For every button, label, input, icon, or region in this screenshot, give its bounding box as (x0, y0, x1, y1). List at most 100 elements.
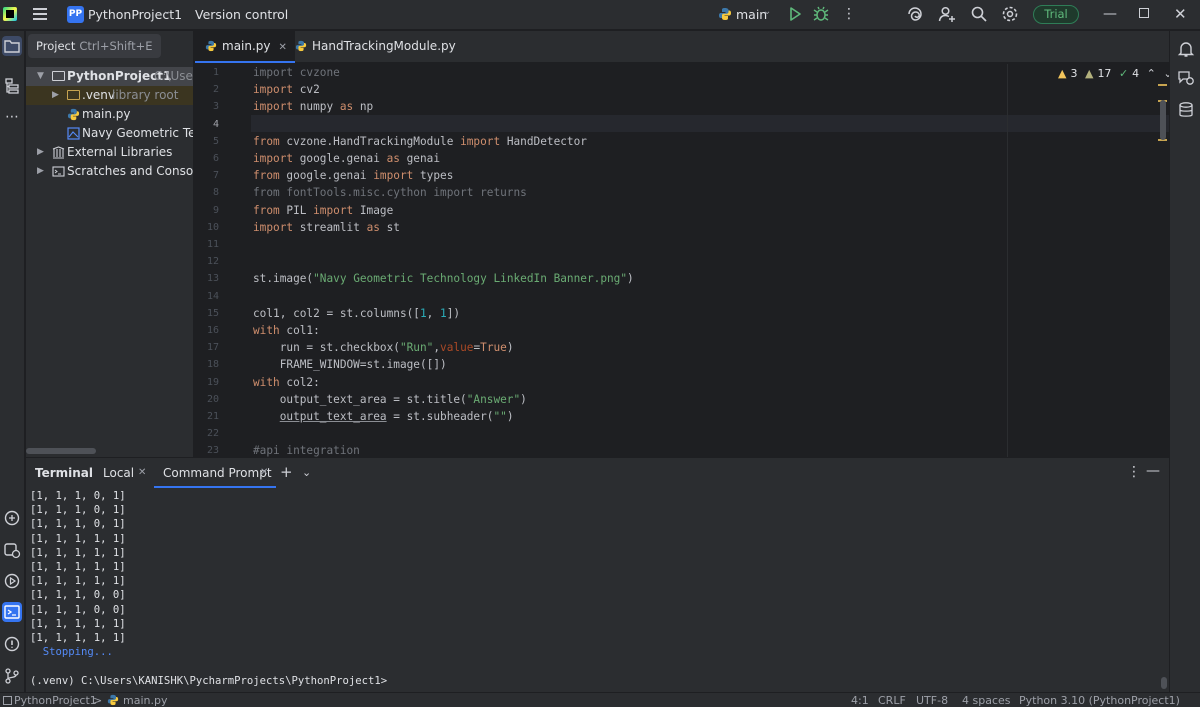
indent-setting[interactable]: 4 spaces (962, 694, 1011, 707)
code-line[interactable]: import streamlit as st (253, 221, 400, 234)
search-icon[interactable] (970, 5, 988, 23)
code-line[interactable]: import numpy as np (253, 100, 373, 113)
line-number[interactable]: 3 (195, 101, 219, 112)
python-packages-icon[interactable] (2, 508, 22, 528)
close-icon[interactable]: ✕ (1174, 5, 1187, 23)
python-console-icon[interactable] (2, 540, 22, 560)
code-line[interactable]: import cv2 (253, 83, 320, 96)
line-number[interactable]: 7 (195, 170, 219, 181)
chevron-down-icon[interactable]: ⌄ (763, 6, 771, 17)
tab-command-prompt[interactable]: Command Prompt (163, 466, 272, 480)
chevron-right-icon[interactable]: ▶ (52, 86, 59, 105)
chevron-down-icon[interactable]: ⌄ (274, 6, 282, 17)
warning-stripe[interactable] (1158, 84, 1167, 86)
line-number[interactable]: 8 (195, 187, 219, 198)
chevron-down-icon[interactable]: ⌄ (1163, 67, 1169, 80)
notifications-icon[interactable] (1177, 40, 1195, 58)
project-badge[interactable]: PP (67, 6, 84, 23)
code-line[interactable]: from google.genai import types (253, 169, 453, 182)
code-line[interactable]: from PIL import Image (253, 204, 393, 217)
chevron-up-icon[interactable]: ⌃ (1147, 67, 1156, 80)
ai-chat-icon[interactable] (1177, 69, 1195, 87)
services-icon[interactable] (2, 571, 22, 591)
line-number[interactable]: 19 (195, 377, 219, 388)
debug-icon[interactable] (812, 5, 830, 23)
tab-main-py[interactable]: main.py ✕ (195, 31, 295, 63)
code-line[interactable]: from fontTools.misc.cython import return… (253, 186, 527, 199)
line-number[interactable]: 22 (195, 428, 219, 439)
line-number[interactable]: 12 (195, 256, 219, 267)
structure-icon[interactable] (2, 76, 22, 96)
tab-local[interactable]: Local (103, 466, 134, 480)
project-folder-icon[interactable] (2, 36, 22, 56)
chevron-down-icon[interactable]: ⌄ (163, 6, 171, 17)
breadcrumb-file[interactable]: main.py (123, 694, 167, 707)
code-line[interactable]: FRAME_WINDOW=st.image([]) (253, 358, 447, 371)
line-number[interactable]: 16 (195, 325, 219, 336)
chevron-down-icon[interactable]: ⌄ (302, 466, 311, 479)
chevron-right-icon[interactable]: ▶ (37, 162, 44, 181)
code-line[interactable]: import google.genai as genai (253, 152, 440, 165)
tree-item-banner-png[interactable]: Navy Geometric Technology LinkedIn Banne… (26, 124, 193, 143)
line-number[interactable]: 1 (195, 67, 219, 78)
tree-item-project-root[interactable]: ▼ PythonProject1 C:\Users (26, 67, 193, 86)
project-panel-scrollbar[interactable] (26, 448, 96, 454)
ai-assistant-icon[interactable] (906, 5, 924, 23)
line-number[interactable]: 14 (195, 291, 219, 302)
code-line[interactable]: import cvzone (253, 66, 340, 79)
code-line[interactable]: with col1: (253, 324, 320, 337)
more-options-icon[interactable]: ⋮ (1127, 464, 1141, 480)
line-number[interactable]: 9 (195, 205, 219, 216)
gear-icon[interactable] (1000, 4, 1020, 24)
terminal-scrollbar[interactable] (1161, 677, 1167, 689)
more-actions-icon[interactable]: ⋮ (842, 6, 856, 22)
code-line[interactable]: from cvzone.HandTrackingModule import Ha… (253, 135, 587, 148)
add-user-icon[interactable] (938, 5, 956, 23)
inspection-widget[interactable]: ▲ 3 ▲ 17 ✓ 4 ⌃ ⌄ (1058, 67, 1169, 80)
problems-icon[interactable] (2, 634, 22, 654)
code-editor[interactable]: 1 2 3 4 5 6 7 8 9 10 11 12 13 14 15 16 17 18 19 20 21 22 23 im… (195, 64, 1169, 457)
terminal-output[interactable]: [1, 1, 1, 0, 1] [1, 1, 1, 0, 1] [1, 1, 1, … (26, 488, 1169, 692)
line-number[interactable]: 4 (195, 119, 219, 130)
hide-panel-icon[interactable]: — (1146, 463, 1160, 479)
code-line[interactable]: #api integration (253, 444, 360, 457)
python-interpreter[interactable]: Python 3.10 (PythonProject1) (1019, 694, 1180, 707)
terminal-prompt[interactable]: (.venv) C:\Users\KANISHK\PycharmProjects… (30, 675, 387, 687)
line-number[interactable]: 2 (195, 84, 219, 95)
code-line[interactable]: run = st.checkbox("Run",value=True) (253, 341, 514, 354)
code-line[interactable]: output_text_area = st.title("Answer") (253, 393, 527, 406)
chevron-down-icon[interactable]: ▼ (37, 67, 44, 86)
chevron-right-icon[interactable]: ▶ (37, 143, 44, 162)
line-number[interactable]: 5 (195, 136, 219, 147)
file-encoding[interactable]: UTF-8 (916, 694, 948, 707)
tab-handtrackingmodule-py[interactable]: HandTrackingModule.py (285, 31, 466, 63)
code-line[interactable]: col1, col2 = st.columns([1, 1]) (253, 307, 460, 320)
line-number[interactable]: 21 (195, 411, 219, 422)
line-number[interactable]: 20 (195, 394, 219, 405)
run-icon[interactable] (787, 5, 803, 23)
code-line[interactable]: st.image("Navy Geometric Technology Link… (253, 272, 634, 285)
line-number[interactable]: 6 (195, 153, 219, 164)
tree-item-venv[interactable]: ▶ .venv library root (26, 86, 193, 105)
main-menu-icon[interactable] (33, 8, 47, 20)
line-number[interactable]: 15 (195, 308, 219, 319)
new-tab-icon[interactable]: + (280, 463, 293, 481)
editor-scrollbar[interactable] (1160, 100, 1166, 140)
tree-item-scratches[interactable]: ▶ Scratches and Consoles (26, 162, 193, 181)
line-number[interactable]: 13 (195, 273, 219, 284)
more-tool-windows-icon[interactable]: ⋯ (2, 107, 22, 127)
close-tab-icon[interactable]: ✕ (138, 467, 146, 478)
line-number[interactable]: 17 (195, 342, 219, 353)
database-icon[interactable] (1177, 101, 1195, 119)
line-number[interactable]: 10 (195, 222, 219, 233)
project-panel-header[interactable]: Project Ctrl+Shift+E (28, 34, 161, 58)
line-number[interactable]: 18 (195, 359, 219, 370)
line-number[interactable]: 23 (195, 445, 219, 456)
caret-position[interactable]: 4:1 (851, 694, 869, 707)
tree-item-external-libraries[interactable]: ▶ External Libraries (26, 143, 193, 162)
line-separator[interactable]: CRLF (878, 694, 906, 707)
tree-item-main-py[interactable]: main.py (26, 105, 193, 124)
git-icon[interactable] (2, 666, 22, 686)
terminal-icon[interactable] (2, 602, 22, 622)
close-tab-icon[interactable]: ✕ (260, 467, 268, 478)
